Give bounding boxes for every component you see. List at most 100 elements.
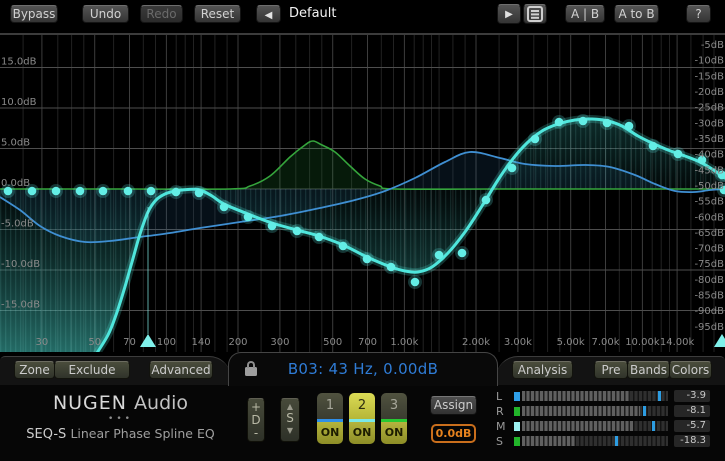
spline-node[interactable] [674, 150, 683, 159]
band-number-label[interactable]: 3 [381, 393, 407, 419]
solo-nudge-button[interactable]: ▲ S ▼ [280, 398, 300, 442]
meter-row-L: L-3.9 [490, 391, 725, 401]
spline-node[interactable] [603, 119, 612, 128]
delete-node-button[interactable]: + D - [247, 398, 265, 442]
band-on-toggle[interactable]: ON [317, 422, 343, 444]
meter-value: -18.3 [674, 435, 710, 447]
spline-node[interactable] [649, 142, 658, 151]
bottom-bar-left-panel: Zone Exclude Advanced [0, 356, 231, 385]
spline-node[interactable] [579, 117, 588, 126]
reset-button[interactable]: Reset [194, 5, 241, 23]
next-preset-icon: ▶ [505, 9, 513, 20]
spline-node[interactable] [363, 255, 372, 264]
meter-peak-marker [658, 391, 661, 401]
spline-node[interactable] [435, 251, 444, 260]
band-number-label[interactable]: 1 [317, 393, 343, 419]
preset-menu-icon [527, 6, 543, 22]
bottom-bar: Zone Exclude Advanced B03: 43 Hz, 0.00dB… [0, 352, 725, 385]
toolbar: Bypass Undo Redo Reset ◀ Default ▶ A | B… [0, 0, 725, 28]
spline-node[interactable] [195, 189, 204, 198]
left-db-label: 15.0dB [1, 57, 37, 68]
analysis-button[interactable]: Analysis [512, 361, 573, 379]
band-readout: B03: 43 Hz, 0.00dB [229, 353, 497, 386]
spline-node[interactable] [244, 213, 253, 222]
spline-node[interactable] [172, 188, 181, 197]
right-db-label: -40dB [694, 150, 724, 161]
a-to-b-button[interactable]: A to B [614, 5, 659, 23]
spline-node[interactable] [458, 249, 467, 258]
meter-row-M: M-5.7 [490, 421, 725, 431]
right-db-label: -95dB [694, 322, 724, 333]
gain-readout[interactable]: 0.0dB [431, 424, 476, 443]
band-button-3[interactable]: 3 ON [381, 393, 407, 444]
spline-node[interactable] [220, 203, 229, 212]
prev-preset-button[interactable]: ◀ [256, 5, 281, 23]
band-on-toggle[interactable]: ON [381, 422, 407, 444]
high-freq-marker-triangle[interactable] [714, 334, 725, 347]
level-meters: L-3.9R-8.1M-5.7S-18.3 [490, 385, 725, 461]
freq-label: 70 [123, 337, 136, 348]
band-on-toggle[interactable]: ON [349, 422, 375, 444]
right-db-label: -90dB [694, 306, 724, 317]
spline-node[interactable] [52, 187, 61, 196]
spline-node[interactable] [76, 187, 85, 196]
redo-button[interactable]: Redo [140, 5, 183, 23]
meter-row-S: S-18.3 [490, 436, 725, 446]
right-db-label: -5dB [701, 40, 724, 51]
spline-node[interactable] [555, 118, 564, 127]
right-db-label: -75dB [694, 259, 724, 270]
spline-node[interactable] [531, 135, 540, 144]
spline-node[interactable] [315, 233, 324, 242]
spline-node[interactable] [268, 222, 277, 231]
spline-node[interactable] [124, 187, 133, 196]
spline-node[interactable] [339, 242, 348, 251]
band-button-2[interactable]: 2 ON [349, 393, 375, 444]
brand-name-2: Audio [134, 392, 188, 414]
next-preset-button[interactable]: ▶ [497, 4, 521, 24]
freq-label: 7.00k [591, 337, 619, 348]
preset-menu-button[interactable] [523, 4, 547, 24]
meter-color-chip [514, 422, 520, 431]
zone-button[interactable]: Zone [14, 361, 55, 379]
control-panel: NUGEN Audio ••• SEQ-S Linear Phase Splin… [0, 385, 725, 461]
right-db-label: -15dB [694, 71, 724, 82]
left-db-label: 10.0dB [1, 97, 37, 108]
bypass-button[interactable]: Bypass [10, 5, 58, 23]
help-button[interactable]: ? [686, 5, 711, 23]
ab-compare-button[interactable]: A | B [565, 5, 605, 23]
freq-label: 300 [270, 337, 289, 348]
spline-node[interactable] [411, 278, 420, 287]
solo-label: S [281, 412, 299, 425]
right-db-label: -20dB [694, 87, 724, 98]
exclude-button[interactable]: Exclude [54, 361, 130, 379]
spline-node[interactable] [482, 196, 491, 205]
bands-button[interactable]: Bands [627, 361, 670, 379]
freq-label: 5.00k [557, 337, 585, 348]
product-tagline: Linear Phase Spline EQ [70, 426, 214, 441]
meter-color-chip [514, 407, 520, 416]
band-button-1[interactable]: 1 ON [317, 393, 343, 444]
advanced-button[interactable]: Advanced [149, 361, 213, 379]
spline-node[interactable] [99, 187, 108, 196]
spline-node[interactable] [625, 122, 634, 131]
undo-button[interactable]: Undo [82, 5, 129, 23]
eq-graph[interactable]: 15.0dB10.0dB5.0dB0.0dB-5.0dB-10.0dB-15.0… [0, 28, 725, 352]
low-freq-marker-triangle[interactable] [140, 334, 156, 347]
freq-label: 100 [157, 337, 176, 348]
spline-node[interactable] [508, 164, 517, 173]
spline-node[interactable] [387, 263, 396, 272]
right-db-label: -70dB [694, 244, 724, 255]
freq-label: 2.00k [462, 337, 490, 348]
preset-name[interactable]: Default [289, 5, 337, 23]
spline-node[interactable] [293, 227, 302, 236]
readout-panel: B03: 43 Hz, 0.00dB [228, 352, 498, 386]
band-number-label[interactable]: 2 [349, 393, 375, 419]
meter-track [522, 436, 668, 446]
pre-button[interactable]: Pre [594, 361, 628, 379]
spline-node[interactable] [147, 187, 156, 196]
right-db-label: -60dB [694, 212, 724, 223]
colors-button[interactable]: Colors [669, 361, 712, 379]
right-db-label: -85dB [694, 291, 724, 302]
assign-button[interactable]: Assign [430, 396, 477, 415]
left-db-label: 5.0dB [1, 138, 30, 149]
